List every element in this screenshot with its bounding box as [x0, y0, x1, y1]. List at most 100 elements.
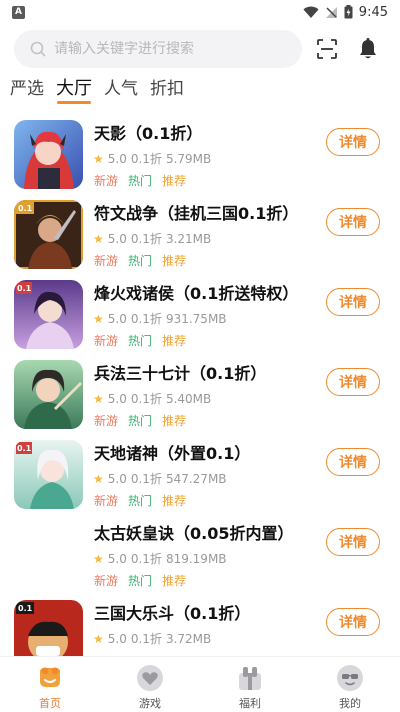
- nav-label: 首页: [39, 697, 61, 710]
- game-list-item[interactable]: 天影（0.1折） ★ 5.0 0.1折 5.79MB 新游 热门 推荐 详情: [0, 110, 400, 190]
- game-list-item[interactable]: 太古妖皇诀（0.05折内置） ★ 5.0 0.1折 819.19MB 新游 热门…: [0, 510, 400, 590]
- star-icon: ★: [93, 151, 104, 166]
- game-meta: ★ 5.0 0.1折 819.19MB: [93, 550, 227, 567]
- status-bar: A 9:45: [0, 0, 400, 24]
- category-tabs: 严选 大厅 人气 折扣: [0, 76, 400, 106]
- home-icon: [40, 667, 60, 687]
- star-icon: ★: [93, 391, 104, 406]
- battery-icon: [344, 5, 353, 19]
- game-size: 547.27MB: [165, 471, 227, 486]
- nav-welfare[interactable]: 福利: [200, 657, 300, 712]
- tianying-game-icon: [14, 120, 83, 189]
- scan-icon[interactable]: [316, 38, 338, 60]
- search-input[interactable]: [54, 41, 274, 57]
- bingfa-game-icon: [14, 360, 83, 429]
- game-list-item[interactable]: 0.1 烽火戏诸侯（0.1折送特权） ★ 5.0 0.1折 931.75MB 新…: [0, 270, 400, 350]
- game-title: 烽火戏诸侯（0.1折送特权）: [94, 284, 299, 303]
- game-meta: ★ 5.0 0.1折 931.75MB: [93, 310, 227, 327]
- game-meta: ★ 5.0 0.1折 3.21MB: [93, 230, 211, 247]
- detail-button[interactable]: 详情: [326, 208, 380, 236]
- tag-hot: 热门: [128, 254, 153, 268]
- game-rating: 5.0: [107, 391, 127, 406]
- game-list: 天影（0.1折） ★ 5.0 0.1折 5.79MB 新游 热门 推荐 详情 0…: [0, 110, 400, 656]
- taigu-game-icon: [14, 520, 83, 589]
- game-title: 三国大乐斗（0.1折）: [94, 604, 251, 623]
- tag-new: 新游: [94, 494, 119, 508]
- detail-button[interactable]: 详情: [326, 128, 380, 156]
- bottom-nav: 首页 游戏 福利 我的: [0, 656, 400, 712]
- tab-yanxuan[interactable]: 严选: [10, 76, 44, 106]
- nav-label: 游戏: [139, 697, 161, 710]
- game-discount: 0.1折: [130, 232, 162, 246]
- game-size: 5.79MB: [165, 151, 212, 166]
- tag-new: 新游: [94, 174, 119, 188]
- tag-new: 新游: [94, 574, 119, 588]
- detail-button[interactable]: 详情: [326, 288, 380, 316]
- game-rating: 5.0: [107, 471, 127, 486]
- fuwen-game-icon: 0.1: [14, 200, 83, 269]
- search-icon: [30, 41, 46, 57]
- game-title: 天影（0.1折）: [94, 124, 203, 143]
- game-heart-icon: [137, 665, 163, 691]
- game-meta: ★ 5.0 0.1折 3.72MB: [93, 630, 211, 647]
- star-icon: ★: [93, 471, 104, 486]
- game-rating: 5.0: [107, 151, 127, 166]
- tab-dating[interactable]: 大厅: [56, 76, 92, 106]
- game-size: 819.19MB: [165, 551, 227, 566]
- game-size: 3.21MB: [165, 231, 212, 246]
- tag-hot: 热门: [128, 414, 153, 428]
- bell-icon[interactable]: [358, 38, 378, 60]
- game-list-item[interactable]: 兵法三十七计（0.1折） ★ 5.0 0.1折 5.40MB 新游 热门 推荐 …: [0, 350, 400, 430]
- profile-icon: [337, 665, 363, 691]
- nav-mine[interactable]: 我的: [300, 657, 400, 712]
- status-time: 9:45: [358, 4, 388, 20]
- detail-button[interactable]: 详情: [326, 528, 380, 556]
- game-tags: 新游 热门 推荐: [94, 492, 186, 509]
- game-title: 符文战争（挂机三国0.1折）: [94, 204, 299, 223]
- tag-new: 新游: [94, 254, 119, 268]
- tag-recommend: 推荐: [162, 334, 187, 348]
- game-rating: 5.0: [107, 551, 127, 566]
- game-tags: 新游 热门 推荐: [94, 572, 186, 589]
- tag-recommend: 推荐: [162, 494, 187, 508]
- tab-renqi[interactable]: 人气: [104, 76, 138, 106]
- status-right: 9:45: [303, 5, 388, 20]
- svg-text:0.1: 0.1: [17, 284, 32, 293]
- search-box[interactable]: [14, 30, 302, 68]
- game-tags: 新游 热门 推荐: [94, 412, 186, 429]
- svg-text:0.1: 0.1: [18, 604, 33, 613]
- tab-zhekou[interactable]: 折扣: [150, 76, 184, 106]
- nav-games[interactable]: 游戏: [100, 657, 200, 712]
- tag-hot: 热门: [128, 334, 153, 348]
- game-discount: 0.1折: [130, 632, 162, 646]
- gift-icon: [239, 667, 261, 690]
- game-tags: 新游 热门 推荐: [94, 252, 186, 269]
- tag-recommend: 推荐: [162, 414, 187, 428]
- sanguo-game-icon: 0.1: [14, 600, 83, 656]
- game-discount: 0.1折: [130, 312, 162, 326]
- tag-new: 新游: [94, 334, 119, 348]
- game-list-item[interactable]: 0.1 三国大乐斗（0.1折） ★ 5.0 0.1折 3.72MB 详情: [0, 590, 400, 656]
- tag-hot: 热门: [128, 174, 153, 188]
- nav-home[interactable]: 首页: [0, 657, 100, 712]
- tag-hot: 热门: [128, 494, 153, 508]
- game-rating: 5.0: [107, 311, 127, 326]
- game-discount: 0.1折: [130, 472, 162, 486]
- fenghuo-game-icon: 0.1: [14, 280, 83, 349]
- star-icon: ★: [93, 231, 104, 246]
- detail-button[interactable]: 详情: [326, 608, 380, 636]
- game-list-item[interactable]: 0.1 符文战争（挂机三国0.1折） ★ 5.0 0.1折 3.21MB 新游 …: [0, 190, 400, 270]
- detail-button[interactable]: 详情: [326, 368, 380, 396]
- star-icon: ★: [93, 311, 104, 326]
- game-discount: 0.1折: [130, 552, 162, 566]
- game-list-item[interactable]: 0.1 天地诸神（外置0.1） ★ 5.0 0.1折 547.27MB 新游 热…: [0, 430, 400, 510]
- svg-text:0.1: 0.1: [18, 204, 33, 213]
- game-meta: ★ 5.0 0.1折 5.79MB: [93, 150, 211, 167]
- app-notification-icon: A: [12, 5, 25, 19]
- svg-text:0.1: 0.1: [17, 444, 32, 453]
- star-icon: ★: [93, 551, 104, 566]
- detail-button[interactable]: 详情: [326, 448, 380, 476]
- tiandi-game-icon: 0.1: [14, 440, 83, 509]
- status-left: A: [12, 5, 25, 19]
- game-tags: 新游 热门 推荐: [94, 172, 186, 189]
